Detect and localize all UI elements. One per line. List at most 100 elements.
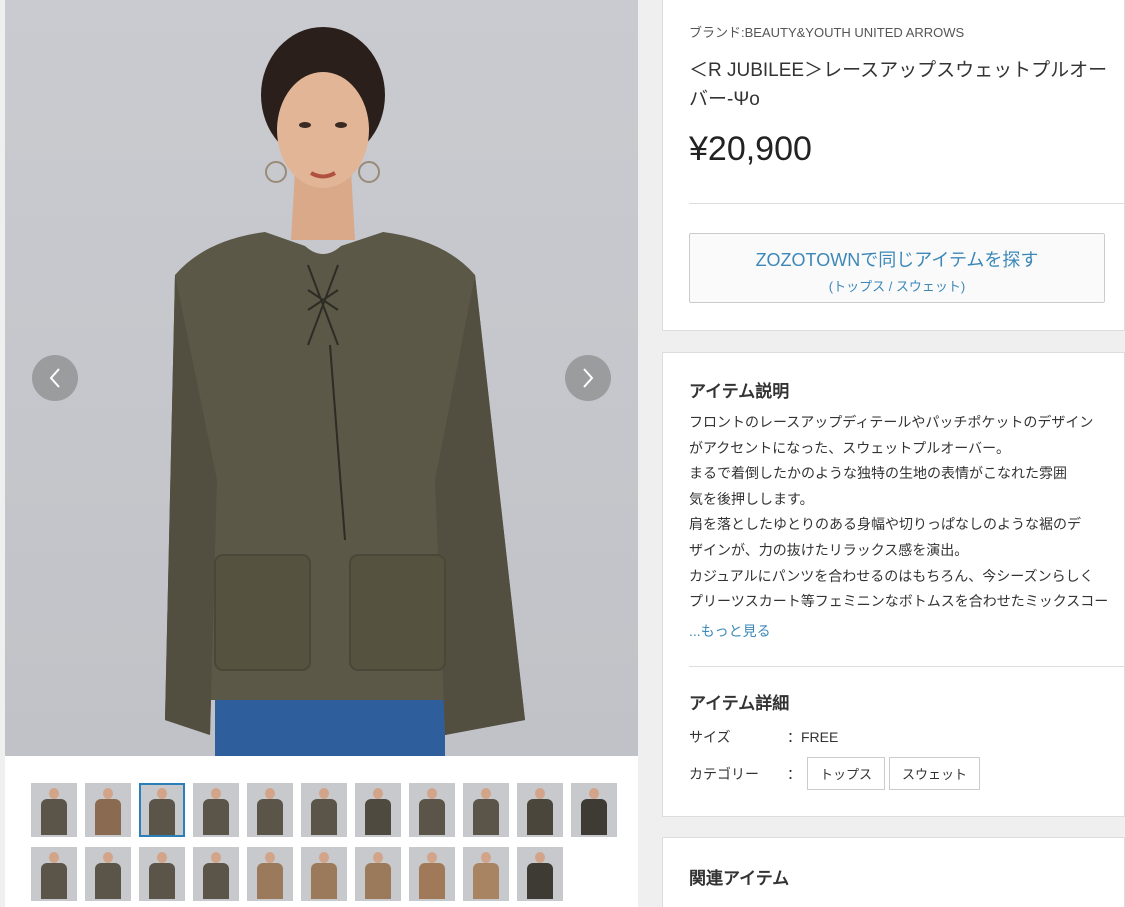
gallery-thumbnail[interactable] [517,783,563,837]
gallery-thumbnail[interactable] [463,783,509,837]
thumbnail-row [31,783,621,837]
description-line: がアクセントになった、スウェットプルオーバー。 [689,439,1011,456]
related-heading: 関連アイテム [689,869,790,888]
thumbnail-head [481,788,491,799]
category-separator: ： [787,766,801,782]
zozotown-search-label: ZOZOTOWNで同じアイテムを探す [755,250,1039,270]
gallery-thumbnail[interactable] [571,783,617,837]
thumbnail-head [589,788,599,799]
description-line: フロントのレースアップディテールやパッチポケットのデザイン [689,414,1094,430]
thumbnail-figure [527,799,553,835]
thumbnail-head [373,788,383,799]
thumbnail-figure [581,799,607,835]
thumbnail-figure [311,863,337,899]
thumbnail-head [265,788,275,799]
description-heading: アイテム説明 [689,382,790,401]
brand-label[interactable]: ブランド:BEAUTY&YOUTH UNITED ARROWS [689,22,964,41]
size-row: サイズ ：FREE [689,727,838,747]
thumbnail-figure [95,863,121,899]
category-tag-tops[interactable]: トップス [807,757,886,790]
thumbnail-head [49,852,59,863]
description-line: プリーツスカート等フェミニンなボトムスを合わせたミックスコー [689,593,1109,610]
gallery-thumbnail[interactable] [193,783,239,837]
thumbnail-figure [203,863,229,899]
description-line: 気を後押しします。 [689,490,814,507]
product-title: ＜R JUBILEE＞レースアップスウェットプルオーバー-Ψo [689,60,1108,110]
main-product-photo [5,0,638,756]
gallery-thumbnail[interactable] [301,847,347,901]
product-price: ¥20,900 [689,130,812,168]
thumbnail-head [157,788,167,799]
zozotown-category-label: (トップス / スウェット) [828,279,966,294]
category-tag-sweat[interactable]: スウェット [889,757,981,790]
gallery-thumbnail[interactable] [85,847,131,901]
thumbnail-figure [149,799,175,835]
gallery-thumbnail[interactable] [139,847,185,901]
gallery-prev-button[interactable] [32,355,78,401]
thumbnail-head [427,852,437,863]
thumbnail-head [535,852,545,863]
chevron-left-icon [49,368,60,388]
gallery-thumbnail[interactable] [409,847,455,901]
gallery-next-button[interactable] [565,355,611,401]
thumbnail-figure [95,799,121,835]
gallery-thumbnail[interactable] [247,847,293,901]
gallery-thumbnail[interactable] [301,783,347,837]
gallery-thumbnail[interactable] [463,847,509,901]
thumbnail-head [211,852,221,863]
thumbnail-figure [149,863,175,899]
description-line: まるで着倒したかのような独特の生地の表情がこなれた雰囲 [689,465,1067,482]
divider [689,203,1124,204]
gallery-thumbnail[interactable] [31,847,77,901]
thumbnail-head [481,852,491,863]
thumbnail-head [373,852,383,863]
gallery-thumbnail[interactable] [355,847,401,901]
show-more-link[interactable]: ...もっと見る [689,621,771,641]
description-line: ザインが、力の抜けたリラックス感を演出。 [689,541,969,558]
product-gallery [5,0,638,907]
item-description-panel: アイテム説明 フロントのレースアップディテールやパッチポケットのデザイン がアクセ… [662,352,1125,817]
description-text: フロントのレースアップディテールやパッチポケットのデザイン がアクセントになった、… [689,410,1109,615]
thumbnail-strip [31,783,621,907]
gallery-thumbnail[interactable] [31,783,77,837]
thumbnail-head [103,788,113,799]
gallery-thumbnail[interactable] [139,783,185,837]
gallery-thumbnail[interactable] [85,783,131,837]
thumbnail-row [31,847,621,901]
gallery-thumbnail[interactable] [247,783,293,837]
gallery-thumbnail[interactable] [409,783,455,837]
size-value: ：FREE [787,729,839,745]
thumbnail-figure [527,863,553,899]
zozotown-search-button[interactable]: ZOZOTOWNで同じアイテムを探す (トップス / スウェット) [689,233,1105,303]
product-info-panel: ブランド:BEAUTY&YOUTH UNITED ARROWS ＜R JUBIL… [662,0,1125,331]
thumbnail-figure [257,799,283,835]
thumbnail-head [103,852,113,863]
size-label: サイズ [689,729,731,745]
thumbnail-figure [41,863,67,899]
thumbnail-figure [473,863,499,899]
description-line: カジュアルにパンツを合わせるのはもちろん、今シーズンらしく [689,567,1094,584]
thumbnail-figure [311,799,337,835]
thumbnail-head [157,852,167,863]
divider [689,666,1124,667]
gallery-thumbnail[interactable] [193,847,239,901]
details-heading: アイテム詳細 [689,694,790,713]
thumbnail-head [49,788,59,799]
thumbnail-head [535,788,545,799]
thumbnail-figure [419,799,445,835]
gallery-thumbnail[interactable] [517,847,563,901]
thumbnail-figure [365,863,391,899]
thumbnail-figure [473,799,499,835]
thumbnail-head [319,788,329,799]
category-row: カテゴリー ： トップス スウェット [689,757,984,790]
thumbnail-figure [41,799,67,835]
related-items-panel: 関連アイテム [662,837,1125,907]
gallery-thumbnail[interactable] [355,783,401,837]
thumbnail-figure [203,799,229,835]
thumbnail-figure [365,799,391,835]
thumbnail-head [211,788,221,799]
category-label: カテゴリー [689,766,759,782]
thumbnail-head [319,852,329,863]
thumbnail-head [427,788,437,799]
description-line: 肩を落としたゆとりのある身幅や切りっぱなしのような裾のデ [689,516,1081,533]
